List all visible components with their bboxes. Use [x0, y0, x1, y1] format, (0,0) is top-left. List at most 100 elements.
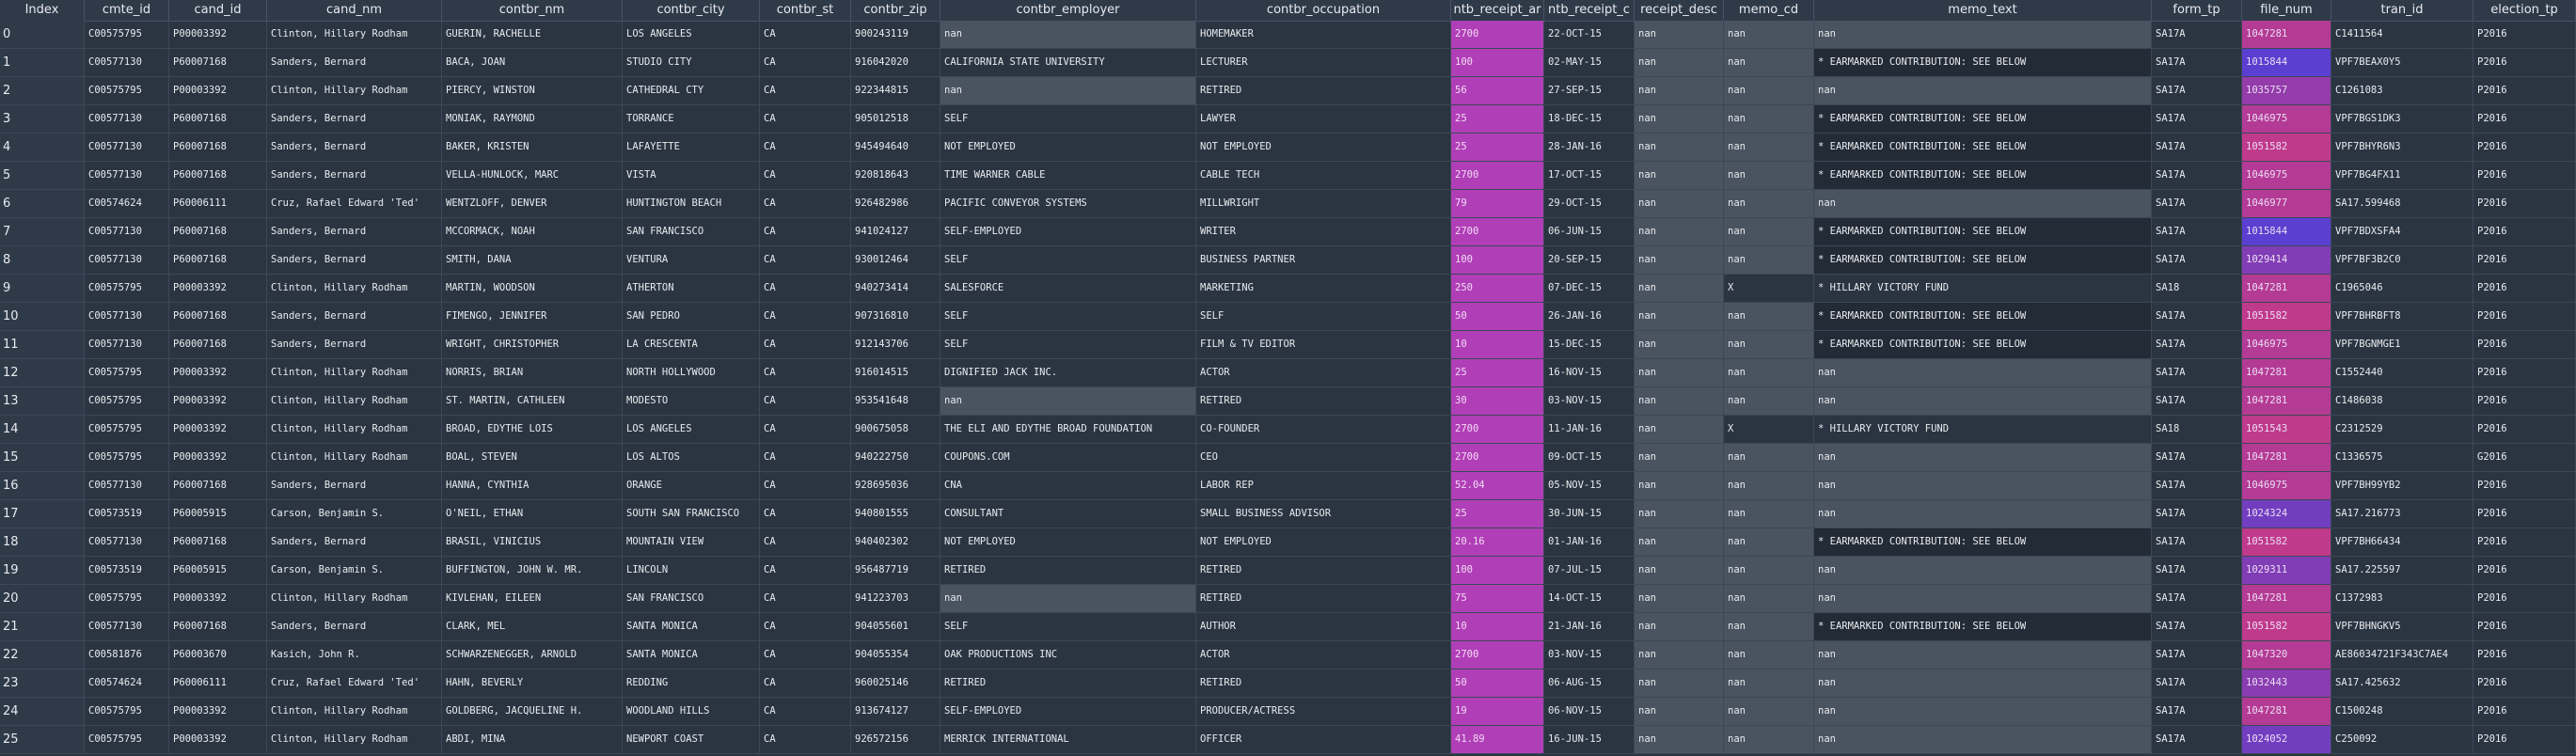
cell-contbr-zip: 930012464 — [851, 246, 940, 274]
cell-contbr-st: CA — [760, 21, 851, 48]
cell-file-num: 1024052 — [2242, 726, 2331, 753]
cell-contbr-zip: 904055601 — [851, 613, 940, 640]
cell-index: 12 — [0, 359, 85, 386]
cell-contbr-employer: MERRICK INTERNATIONAL — [940, 726, 1196, 753]
column-header-contb-receipt-amt[interactable]: ntb_receipt_ar — [1451, 0, 1544, 21]
cell-receipt-desc: nan — [1635, 359, 1724, 386]
column-header-cand-nm[interactable]: cand_nm — [267, 0, 442, 21]
table-row[interactable]: 19 C00573519 P60005915 Carson, Benjamin S. B… — [0, 557, 2576, 585]
column-header-memo-cd[interactable]: memo_cd — [1724, 0, 1814, 21]
table-row[interactable]: 1 C00577130 P60007168 Sanders, Bernard BACA,… — [0, 49, 2576, 77]
cell-contb-receipt-amt: 10 — [1451, 613, 1544, 640]
cell-contbr-city: CATHEDRAL CTY — [623, 77, 760, 104]
cell-contbr-employer: SELF — [940, 613, 1196, 640]
cell-contb-receipt-amt: 2700 — [1451, 641, 1544, 669]
cell-contbr-zip: 928695036 — [851, 472, 940, 499]
table-row[interactable]: 20 C00575795 P00003392 Clinton, Hillary Rod… — [0, 585, 2576, 613]
table-row[interactable]: 14 C00575795 P00003392 Clinton, Hillary Rod… — [0, 416, 2576, 444]
column-header-tran-id[interactable]: tran_id — [2331, 0, 2473, 21]
cell-file-num: 1024324 — [2242, 500, 2331, 528]
cell-form-tp: SA17A — [2152, 359, 2242, 386]
cell-contb-receipt-dt: 06-NOV-15 — [1544, 698, 1635, 725]
table-row[interactable]: 10 C00577130 P60007168 Sanders, Bernard FIME… — [0, 303, 2576, 331]
table-row[interactable]: 9 C00575795 P00003392 Clinton, Hillary Rodh… — [0, 275, 2576, 303]
column-header-contbr-employer[interactable]: contbr_employer — [940, 0, 1196, 21]
cell-cand-nm: Cruz, Rafael Edward 'Ted' — [267, 190, 442, 217]
column-header-file-num[interactable]: file_num — [2242, 0, 2331, 21]
table-row[interactable]: 21 C00577130 P60007168 Sanders, Bernard CLAR… — [0, 613, 2576, 641]
table-row[interactable]: 7 C00577130 P60007168 Sanders, Bernard MCCOR… — [0, 218, 2576, 246]
table-row[interactable]: 13 C00575795 P00003392 Clinton, Hillary Rod… — [0, 387, 2576, 416]
table-row[interactable]: 18 C00577130 P60007168 Sanders, Bernard BRAS… — [0, 528, 2576, 557]
cell-index: 14 — [0, 416, 85, 443]
table-row[interactable]: 22 C00581876 P60003670 Kasich, John R. SCHWA… — [0, 641, 2576, 669]
column-header-contbr-zip[interactable]: contbr_zip — [851, 0, 940, 21]
cell-contbr-employer: SELF — [940, 303, 1196, 330]
column-header-memo-text[interactable]: memo_text — [1814, 0, 2152, 21]
table-row[interactable]: 4 C00577130 P60007168 Sanders, Bernard BAKER… — [0, 134, 2576, 162]
column-header-election-tp[interactable]: election_tp — [2473, 0, 2576, 21]
table-row[interactable]: 15 C00575795 P00003392 Clinton, Hillary Rod… — [0, 444, 2576, 472]
cell-contbr-zip: 913674127 — [851, 698, 940, 725]
cell-memo-cd: nan — [1724, 528, 1814, 556]
cell-contbr-nm: ST. MARTIN, CATHLEEN — [442, 387, 623, 415]
cell-contbr-city: TORRANCE — [623, 105, 760, 133]
table-row[interactable]: 11 C00577130 P60007168 Sanders, Bernard WRIG… — [0, 331, 2576, 359]
column-header-contbr-nm[interactable]: contbr_nm — [442, 0, 623, 21]
cell-contbr-employer: SELF — [940, 246, 1196, 274]
cell-memo-text: nan — [1814, 444, 2152, 471]
cell-cmte-id: C00574624 — [85, 669, 169, 697]
cell-cand-nm: Clinton, Hillary Rodham — [267, 359, 442, 386]
cell-cand-nm: Sanders, Bernard — [267, 218, 442, 245]
cell-election-tp: P2016 — [2473, 21, 2576, 48]
cell-contb-receipt-amt: 250 — [1451, 275, 1544, 302]
cell-index: 4 — [0, 134, 85, 161]
cell-cand-id: P60007168 — [169, 218, 267, 245]
cell-memo-text: * EARMARKED CONTRIBUTION: SEE BELOW — [1814, 49, 2152, 76]
cell-cand-id: P60007168 — [169, 134, 267, 161]
table-row[interactable]: 25 C00575795 P00003392 Clinton, Hillary Rod… — [0, 726, 2576, 754]
cell-contbr-employer: RETIRED — [940, 557, 1196, 584]
cell-memo-text: * EARMARKED CONTRIBUTION: SEE BELOW — [1814, 218, 2152, 245]
cell-receipt-desc: nan — [1635, 585, 1724, 612]
cell-memo-cd: X — [1724, 416, 1814, 443]
table-row[interactable]: 6 C00574624 P60006111 Cruz, Rafael Edward '… — [0, 190, 2576, 218]
column-header-contb-receipt-dt[interactable]: ntb_receipt_c — [1544, 0, 1635, 21]
cell-contbr-zip: 960025146 — [851, 669, 940, 697]
cell-form-tp: SA17A — [2152, 134, 2242, 161]
table-row[interactable]: 8 C00577130 P60007168 Sanders, Bernard SMITH… — [0, 246, 2576, 275]
column-header-receipt-desc[interactable]: receipt_desc — [1635, 0, 1724, 21]
cell-receipt-desc: nan — [1635, 303, 1724, 330]
table-row[interactable]: 5 C00577130 P60007168 Sanders, Bernard VELLA… — [0, 162, 2576, 190]
column-header-index[interactable]: Index — [0, 0, 85, 21]
cell-cand-nm: Clinton, Hillary Rodham — [267, 387, 442, 415]
table-row[interactable]: 0 C00575795 P00003392 Clinton, Hillary Rodh… — [0, 21, 2576, 49]
cell-cand-nm: Sanders, Bernard — [267, 105, 442, 133]
column-header-cand-id[interactable]: cand_id — [169, 0, 267, 21]
column-header-cmte-id[interactable]: cmte_id — [85, 0, 169, 21]
table-row[interactable]: 3 C00577130 P60007168 Sanders, Bernard MONIA… — [0, 105, 2576, 134]
table-row[interactable]: 24 C00575795 P00003392 Clinton, Hillary Rod… — [0, 698, 2576, 726]
column-header-form-tp[interactable]: form_tp — [2152, 0, 2242, 21]
cell-contbr-city: LINCOLN — [623, 557, 760, 584]
cell-cand-nm: Sanders, Bernard — [267, 162, 442, 189]
cell-contbr-zip: 900675058 — [851, 416, 940, 443]
cell-election-tp: P2016 — [2473, 77, 2576, 104]
column-header-contbr-occupation[interactable]: contbr_occupation — [1196, 0, 1451, 21]
table-row[interactable]: 2 C00575795 P00003392 Clinton, Hillary Rodh… — [0, 77, 2576, 105]
cell-index: 6 — [0, 190, 85, 217]
cell-contb-receipt-dt: 16-NOV-15 — [1544, 359, 1635, 386]
table-row[interactable]: 23 C00574624 P60006111 Cruz, Rafael Edward … — [0, 669, 2576, 698]
table-row[interactable]: 16 C00577130 P60007168 Sanders, Bernard HANN… — [0, 472, 2576, 500]
table-row[interactable]: 17 C00573519 P60005915 Carson, Benjamin S. O… — [0, 500, 2576, 528]
cell-contbr-nm: HAHN, BEVERLY — [442, 669, 623, 697]
column-header-contbr-st[interactable]: contbr_st — [760, 0, 851, 21]
cell-contbr-employer: SELF — [940, 331, 1196, 358]
cell-election-tp: P2016 — [2473, 416, 2576, 443]
table-row[interactable]: 12 C00575795 P00003392 Clinton, Hillary Rod… — [0, 359, 2576, 387]
column-header-contbr-city[interactable]: contbr_city — [623, 0, 760, 21]
cell-index: 5 — [0, 162, 85, 189]
cell-contbr-zip: 900243119 — [851, 21, 940, 48]
cell-index: 19 — [0, 557, 85, 584]
cell-tran-id: VPF7BHYR6N3 — [2331, 134, 2473, 161]
